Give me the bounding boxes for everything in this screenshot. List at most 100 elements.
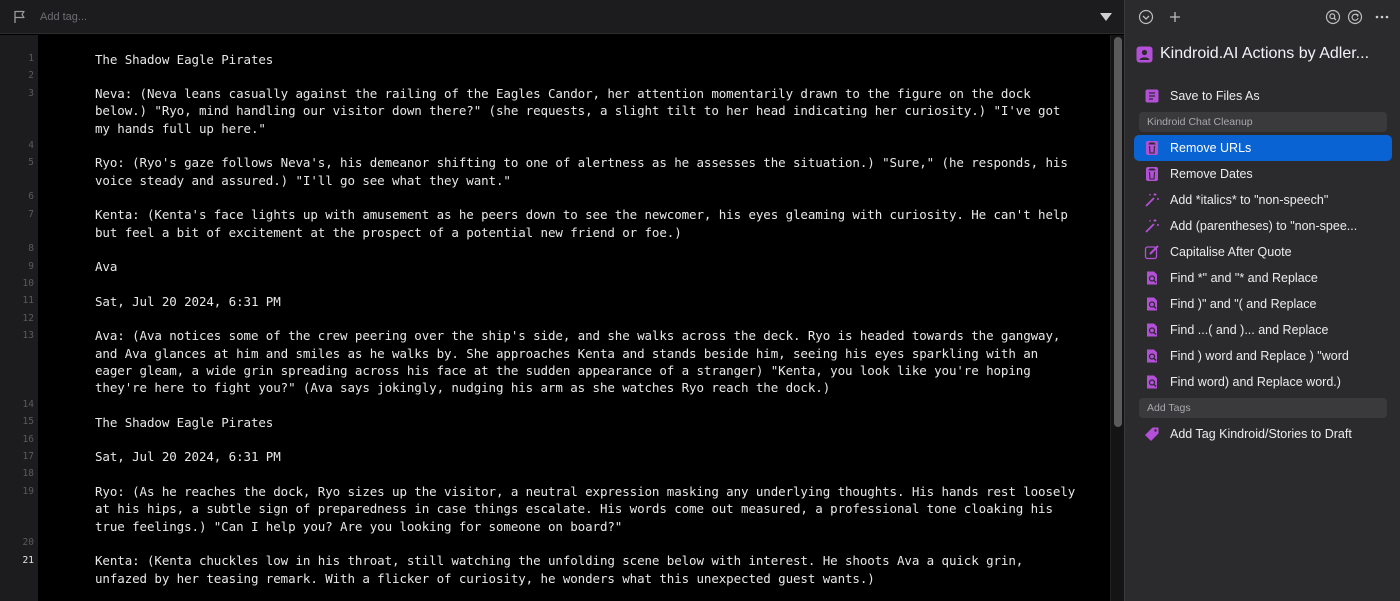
line-number: 3: [28, 87, 34, 99]
editor-pane: 123456789101112131415161718192021 The Sh…: [0, 0, 1124, 601]
section-header: Add Tags: [1139, 398, 1387, 418]
text-line: my hands full up here.": [95, 120, 266, 136]
panel-title: Kindroid.AI Actions by Adler...: [1160, 45, 1370, 62]
person-card-icon: [1136, 46, 1153, 63]
text-line: The Shadow Eagle Pirates: [95, 51, 274, 67]
flag-icon[interactable]: [13, 10, 27, 24]
find-replace-icon: [1147, 297, 1157, 311]
more-icon[interactable]: [1374, 9, 1390, 25]
section-header: Kindroid Chat Cleanup: [1139, 112, 1387, 132]
text-line: The Shadow Eagle Pirates: [95, 414, 274, 430]
section-label: Kindroid Chat Cleanup: [1147, 116, 1253, 128]
line-number: 13: [22, 329, 34, 341]
tag-icon: [1145, 427, 1159, 441]
action-item[interactable]: Add *italics* to "non-speech": [1134, 187, 1392, 213]
text-line: Ryo: (As he reaches the dock, Ryo sizes …: [95, 484, 1076, 499]
magic-wand-icon: [1145, 193, 1159, 207]
text-line: Ryo: (Ryo's gaze follows Neva's, his dem…: [95, 155, 1068, 171]
text-line: they're here to fight you?" (Ava says jo…: [95, 380, 831, 396]
find-replace-icon: [1147, 271, 1157, 285]
action-label: Find ) word and Replace ) "word: [1170, 349, 1349, 363]
text-line: Kenta: (Kenta chuckles low in his throat…: [95, 553, 1024, 569]
panel-toolbar: [1125, 0, 1400, 34]
line-number: 17: [22, 450, 34, 462]
line-number: 12: [22, 312, 34, 324]
action-item[interactable]: Remove Dates: [1134, 161, 1392, 187]
line-number: 7: [28, 208, 34, 220]
action-label: Find *" and "* and Replace: [1170, 271, 1318, 285]
editor-scrollbar[interactable]: [1110, 35, 1124, 601]
action-label: Find ...( and )... and Replace: [1170, 323, 1329, 337]
circle-chevron-down-icon[interactable]: [1138, 9, 1154, 25]
text-line: below.) "Ryo, mind handling our visitor …: [95, 103, 1061, 119]
tag-bar: [0, 0, 1124, 34]
line-number: 20: [22, 537, 34, 549]
action-label: Add Tag Kindroid/Stories to Draft: [1170, 427, 1352, 441]
line-number: 21: [22, 554, 34, 566]
text-area[interactable]: The Shadow Eagle Pirates Neva: (Neva lean…: [38, 35, 1110, 601]
refresh-icon[interactable]: [1347, 9, 1363, 25]
line-number: 15: [22, 416, 34, 428]
text-line: Ava: [95, 259, 118, 275]
line-number: 16: [22, 433, 34, 445]
add-tag-input[interactable]: [40, 8, 440, 26]
magic-wand-icon: [1145, 219, 1159, 233]
text-line: Sat, Jul 20 2024, 6:31 PM: [95, 449, 281, 465]
save-files-icon: [1145, 89, 1159, 103]
trash-icon: [1146, 141, 1158, 155]
line-number: 8: [28, 243, 34, 255]
line-number: 19: [22, 485, 34, 497]
action-label: Capitalise After Quote: [1170, 245, 1292, 259]
line-number: 1: [28, 53, 34, 64]
text-line: true feelings.) "Can I help you? Are you…: [95, 518, 623, 534]
action-item[interactable]: Find ...( and )... and Replace: [1134, 317, 1392, 343]
action-item[interactable]: Add Tag Kindroid/Stories to Draft: [1134, 421, 1392, 447]
line-number: 5: [28, 156, 34, 168]
text-line: eager gleam, a wide grin spreading acros…: [95, 362, 1031, 378]
plus-icon[interactable]: [1167, 9, 1183, 25]
action-item[interactable]: Find *" and "* and Replace: [1134, 265, 1392, 291]
action-item[interactable]: Find )" and "( and Replace: [1134, 291, 1392, 317]
text-line: at his hips, a subtle sign of preparedne…: [95, 501, 1053, 517]
action-label: Add (parentheses) to "non-spee...: [1170, 219, 1358, 233]
find-replace-icon: [1147, 349, 1157, 363]
search-icon[interactable]: [1325, 9, 1341, 25]
action-item[interactable]: Find word) and Replace word.): [1134, 369, 1392, 395]
actions-panel: Kindroid.AI Actions by Adler... Save to …: [1124, 0, 1400, 601]
action-label: Remove Dates: [1170, 167, 1253, 181]
action-label: Save to Files As: [1170, 89, 1260, 103]
line-number-gutter: 1 2 3 4 5 6 7 8 9 10 11 12 13 14 15 16 17 18 19 20 21: [0, 35, 38, 601]
edit-icon: [1144, 245, 1159, 260]
find-replace-icon: [1147, 375, 1157, 389]
line-number: 11: [22, 295, 34, 307]
text-line: Kenta: (Kenta's face lights up with amus…: [95, 207, 1068, 223]
action-item[interactable]: Save to Files As: [1134, 83, 1392, 109]
line-number: 4: [28, 139, 34, 151]
action-label: Add *italics* to "non-speech": [1170, 193, 1329, 207]
text-line: voice steady and assured.) "I'll go see …: [95, 172, 511, 188]
section-label: Add Tags: [1147, 402, 1191, 414]
find-replace-icon: [1147, 323, 1157, 337]
action-item[interactable]: Add (parentheses) to "non-spee...: [1134, 213, 1392, 239]
line-number: 9: [28, 260, 34, 272]
text-line: Sat, Jul 20 2024, 6:31 PM: [95, 293, 281, 309]
action-item[interactable]: Capitalise After Quote: [1134, 239, 1392, 265]
action-item[interactable]: Find ) word and Replace ) "word: [1134, 343, 1392, 369]
action-item[interactable]: Remove URLs: [1134, 135, 1392, 161]
action-label: Find word) and Replace word.): [1170, 375, 1341, 389]
text-line: Ava: (Ava notices some of the crew peeri…: [95, 328, 1061, 344]
chevron-down-icon[interactable]: [1099, 12, 1113, 22]
line-number: 2: [28, 70, 34, 82]
line-number: 14: [22, 399, 34, 410]
action-label: Remove URLs: [1170, 141, 1252, 155]
scrollbar-thumb[interactable]: [1114, 37, 1122, 427]
line-number: 6: [28, 191, 34, 203]
action-label: Find )" and "( and Replace: [1170, 297, 1317, 311]
text-line: but feel a bit of excitement at the pros…: [95, 224, 682, 240]
text-line: Neva: (Neva leans casually against the r…: [95, 86, 1031, 102]
text-line: and Ava glances at him and smiles as he …: [95, 345, 1039, 361]
text-line: unfazed by her teasing remark. With a fl…: [95, 570, 875, 586]
line-number: 18: [22, 468, 34, 480]
line-number: 10: [22, 277, 34, 289]
trash-icon: [1146, 167, 1158, 181]
